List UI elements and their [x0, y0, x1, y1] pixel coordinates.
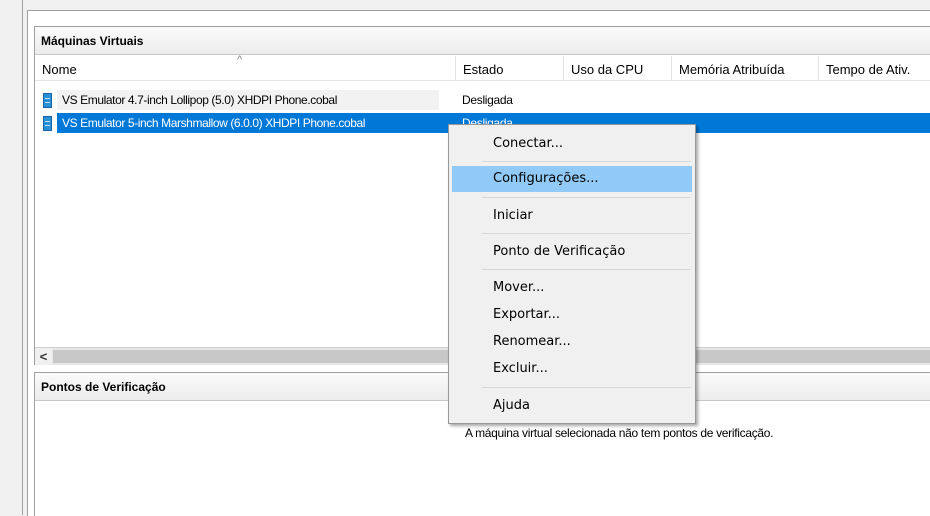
column-header-uptime[interactable]: Tempo de Ativ. [819, 56, 930, 80]
menu-item-rename[interactable]: Renomear... [452, 329, 692, 355]
menu-separator [482, 197, 691, 198]
vm-icon [43, 116, 52, 131]
menu-item-checkpoint[interactable]: Ponto de Verificação [452, 239, 692, 265]
vm-name: VS Emulator 4.7-inch Lollipop (5.0) XHDP… [57, 90, 439, 110]
column-header-name[interactable]: ^ Nome [35, 54, 456, 80]
scroll-left-arrow-icon[interactable]: < [35, 348, 52, 365]
menu-separator [482, 161, 691, 162]
menu-item-export[interactable]: Exportar... [452, 302, 692, 328]
vm-context-menu: Conectar... Configurações... Iniciar Pon… [448, 124, 696, 424]
column-header-cpu[interactable]: Uso da CPU [564, 56, 672, 80]
column-header-state[interactable]: Estado [456, 56, 564, 80]
menu-item-connect[interactable]: Conectar... [452, 131, 692, 157]
column-header-name-label: Nome [42, 62, 77, 77]
left-navigation-strip [0, 0, 23, 515]
menu-item-delete[interactable]: Excluir... [452, 356, 692, 382]
column-header-row: ^ Nome Estado Uso da CPU Memória Atribuí… [35, 54, 930, 81]
menu-item-start[interactable]: Iniciar [452, 203, 692, 229]
no-checkpoints-message: A máquina virtual selecionada não tem po… [465, 426, 774, 440]
menu-item-settings[interactable]: Configurações... [452, 166, 692, 192]
menu-separator [482, 233, 691, 234]
column-header-memory[interactable]: Memória Atribuída [672, 56, 819, 80]
menu-item-move[interactable]: Mover... [452, 275, 692, 301]
sort-ascending-icon: ^ [237, 54, 243, 66]
menu-separator [482, 269, 691, 270]
vm-name: VS Emulator 5-inch Marshmallow (6.0.0) X… [57, 113, 446, 133]
menu-separator [482, 387, 691, 388]
vm-icon [43, 93, 52, 108]
menu-item-help[interactable]: Ajuda [452, 393, 692, 419]
vm-row[interactable]: VS Emulator 4.7-inch Lollipop (5.0) XHDP… [35, 90, 930, 110]
vm-state: Desligada [462, 93, 513, 107]
virtual-machines-header: Máquinas Virtuais [35, 27, 930, 55]
